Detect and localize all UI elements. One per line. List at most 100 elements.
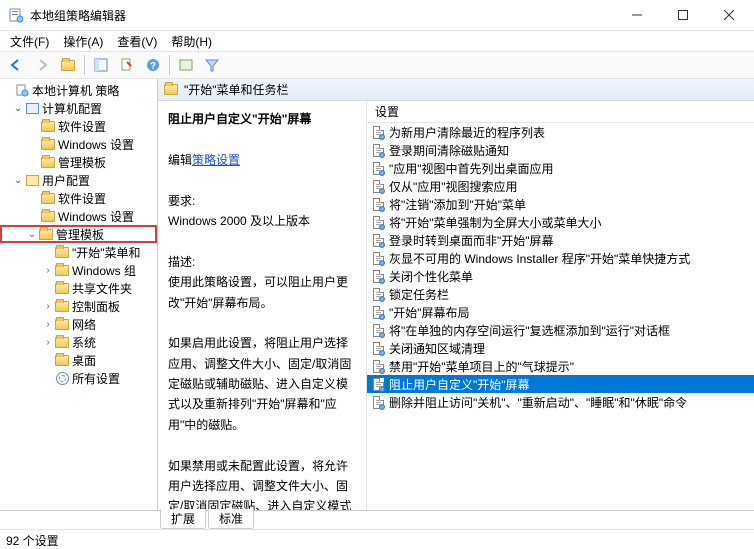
policy-icon [371, 377, 385, 391]
menubar: 文件(F) 操作(A) 查看(V) 帮助(H) [0, 31, 754, 51]
export-list-button[interactable] [115, 54, 139, 76]
filter-button[interactable] [200, 54, 224, 76]
settings-row[interactable]: 将"在单独的内存空间运行"复选框添加到"运行"对话框 [367, 321, 754, 339]
settings-row[interactable]: "开始"屏幕布局 [367, 303, 754, 321]
settings-row[interactable]: 锁定任务栏 [367, 285, 754, 303]
tree-item[interactable]: ›系统 [0, 333, 157, 351]
menu-file[interactable]: 文件(F) [4, 31, 55, 52]
settings-row[interactable]: 将"注销"添加到"开始"菜单 [367, 195, 754, 213]
settings-header[interactable]: 设置 [367, 101, 754, 123]
settings-label: 将"注销"添加到"开始"菜单 [389, 196, 526, 213]
tree-admin-templates[interactable]: ⌄管理模板 [0, 225, 157, 243]
settings-row[interactable]: 为新用户清除最近的程序列表 [367, 123, 754, 141]
tree-user-config[interactable]: ⌄用户配置 [0, 171, 157, 189]
requirements-text: Windows 2000 及以上版本 [168, 214, 310, 228]
tree-item[interactable]: 软件设置 [0, 189, 157, 207]
forward-button[interactable] [30, 54, 54, 76]
description-text: 如果禁用或未配置此设置，将允许用户选择应用、调整文件大小、固定/取消固定磁贴、进… [168, 459, 353, 510]
settings-row[interactable]: 仅从"应用"视图搜索应用 [367, 177, 754, 195]
settings-row[interactable]: "应用"视图中首先列出桌面应用 [367, 159, 754, 177]
settings-row[interactable]: 阻止用户自定义"开始"屏幕 [367, 375, 754, 393]
expand-icon[interactable]: › [42, 319, 54, 330]
policy-icon [371, 269, 385, 283]
tree-item[interactable]: 共享文件夹 [0, 279, 157, 297]
app-icon [8, 7, 24, 23]
tree-item[interactable]: 所有设置 [0, 369, 157, 387]
window-title: 本地组策略编辑器 [30, 7, 614, 24]
settings-row[interactable]: 关闭通知区域清理 [367, 339, 754, 357]
settings-row[interactable]: 禁用"开始"菜单项目上的"气球提示" [367, 357, 754, 375]
settings-row[interactable]: 关闭个性化菜单 [367, 267, 754, 285]
content-title: "开始"菜单和任务栏 [184, 81, 289, 98]
tab-extended[interactable]: 扩展 [160, 509, 206, 529]
show-hide-tree-button[interactable] [89, 54, 113, 76]
tree-item[interactable]: ›网络 [0, 315, 157, 333]
settings-label: 登录期间清除磁贴通知 [389, 142, 509, 159]
up-button[interactable] [56, 54, 80, 76]
content-header: "开始"菜单和任务栏 [158, 79, 754, 101]
policy-icon [371, 233, 385, 247]
settings-label: 关闭通知区域清理 [389, 340, 485, 357]
tree-item[interactable]: ›控制面板 [0, 297, 157, 315]
settings-label: 灰显不可用的 Windows Installer 程序"开始"菜单快捷方式 [389, 250, 690, 267]
policy-icon [371, 143, 385, 157]
tree-pane[interactable]: 本地计算机 策略 ⌄计算机配置 软件设置 Windows 设置 管理模板 ⌄用户… [0, 79, 158, 510]
tabs: 扩展 标准 [0, 509, 754, 529]
tree-computer-config[interactable]: ⌄计算机配置 [0, 99, 157, 117]
policy-title: 阻止用户自定义"开始"屏幕 [168, 112, 311, 126]
edit-policy-link[interactable]: 策略设置 [192, 153, 240, 167]
settings-row[interactable]: 删除并阻止访问"关机"、"重新启动"、"睡眠"和"休眠"命令 [367, 393, 754, 411]
toolbar: ? [0, 51, 754, 79]
description-text: 如果启用此设置，将阻止用户选择应用、调整文件大小、固定/取消固定磁贴或辅助磁贴、… [168, 336, 351, 432]
expand-icon[interactable]: › [42, 337, 54, 348]
tab-standard[interactable]: 标准 [208, 509, 254, 529]
tree-item[interactable]: 软件设置 [0, 117, 157, 135]
policy-icon [371, 179, 385, 193]
tree-item[interactable]: 桌面 [0, 351, 157, 369]
policy-icon [371, 359, 385, 373]
close-button[interactable] [706, 0, 752, 30]
tree-item[interactable]: Windows 设置 [0, 135, 157, 153]
status-bar: 92 个设置 [0, 529, 754, 549]
settings-label: 将"开始"菜单强制为全屏大小或菜单大小 [389, 214, 602, 231]
svg-text:?: ? [150, 61, 156, 72]
collapse-icon[interactable]: ⌄ [12, 175, 24, 186]
minimize-button[interactable] [614, 0, 660, 30]
settings-label: 将"在单独的内存空间运行"复选框添加到"运行"对话框 [389, 322, 670, 339]
folder-icon [164, 84, 178, 95]
tree-item[interactable]: Windows 设置 [0, 207, 157, 225]
policy-icon [371, 305, 385, 319]
settings-row[interactable]: 登录时转到桌面而非"开始"屏幕 [367, 231, 754, 249]
settings-row[interactable]: 灰显不可用的 Windows Installer 程序"开始"菜单快捷方式 [367, 249, 754, 267]
policy-icon [371, 341, 385, 355]
policy-icon [371, 215, 385, 229]
back-button[interactable] [4, 54, 28, 76]
policy-icon [371, 395, 385, 409]
tree-item[interactable]: ›Windows 组 [0, 261, 157, 279]
settings-label: 锁定任务栏 [389, 286, 449, 303]
properties-button[interactable] [174, 54, 198, 76]
settings-list[interactable]: 为新用户清除最近的程序列表登录期间清除磁贴通知"应用"视图中首先列出桌面应用仅从… [367, 123, 754, 510]
requirements-label: 要求: [168, 194, 195, 208]
settings-pane: 设置 为新用户清除最近的程序列表登录期间清除磁贴通知"应用"视图中首先列出桌面应… [366, 101, 754, 510]
policy-icon [371, 197, 385, 211]
menu-help[interactable]: 帮助(H) [165, 31, 218, 52]
settings-label: 为新用户清除最近的程序列表 [389, 124, 545, 141]
tree-start-menu[interactable]: "开始"菜单和 [0, 243, 157, 261]
policy-icon [371, 323, 385, 337]
collapse-icon[interactable]: ⌄ [12, 103, 24, 114]
settings-label: 登录时转到桌面而非"开始"屏幕 [389, 232, 554, 249]
settings-label: "应用"视图中首先列出桌面应用 [389, 160, 554, 177]
settings-row[interactable]: 登录期间清除磁贴通知 [367, 141, 754, 159]
expand-icon[interactable]: › [42, 301, 54, 312]
collapse-icon[interactable]: ⌄ [26, 229, 38, 240]
settings-row[interactable]: 将"开始"菜单强制为全屏大小或菜单大小 [367, 213, 754, 231]
description-text: 使用此策略设置，可以阻止用户更改"开始"屏幕布局。 [168, 275, 348, 309]
menu-view[interactable]: 查看(V) [111, 31, 163, 52]
maximize-button[interactable] [660, 0, 706, 30]
expand-icon[interactable]: › [42, 265, 54, 276]
tree-root[interactable]: 本地计算机 策略 [0, 81, 157, 99]
help-button[interactable]: ? [141, 54, 165, 76]
menu-action[interactable]: 操作(A) [57, 31, 109, 52]
tree-item[interactable]: 管理模板 [0, 153, 157, 171]
